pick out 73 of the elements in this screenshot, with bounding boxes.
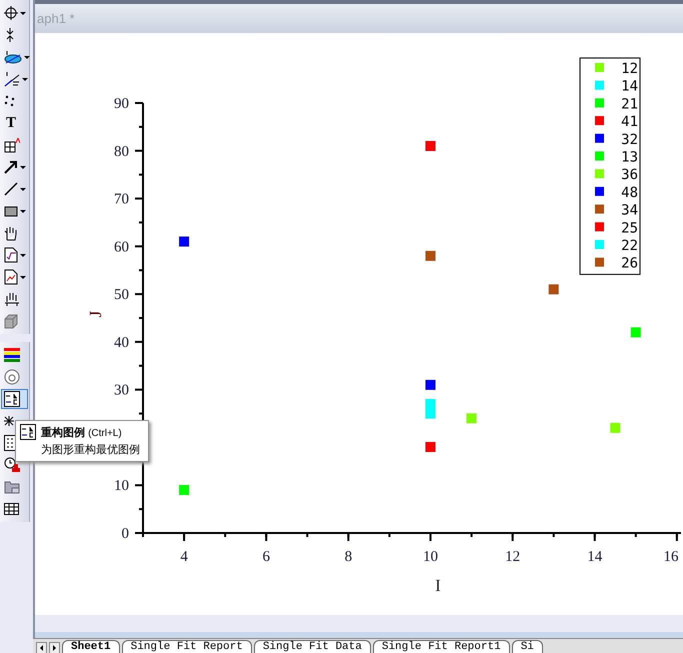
dropdown-caret-icon[interactable] [22,78,28,80]
legend-label: 14 [621,78,638,95]
legend-label: 48 [621,184,638,201]
y-tick-label: 0 [122,526,129,542]
y-axis-label: J [86,310,105,318]
crosshair-icon [4,6,18,20]
dropdown-caret-icon[interactable] [20,166,26,168]
cube-icon [4,314,18,328]
arrows-icon [4,27,16,43]
legend-label: 12 [621,61,638,77]
sheet-tab[interactable]: Single Fit Report [122,640,252,653]
legend-label: 34 [621,202,638,219]
formula-icon [4,247,18,263]
rectangle-icon [4,206,18,216]
tooltip-description: 为图形重构最优图例 [41,443,140,457]
scatter-dots-icon [4,95,16,107]
y-tick-label: 40 [114,334,129,351]
y-tick-label: 80 [114,144,129,160]
scroll-right-button[interactable] [49,642,60,653]
x-tick-label: 6 [262,549,270,565]
toolbar-button[interactable] [1,389,28,409]
sheet-tab[interactable]: Single Fit Report1 [372,640,510,653]
x-tick-label: 16 [664,549,678,565]
legend-label: 41 [621,114,638,130]
legend-label: 22 [621,238,638,254]
asterisk-icon [4,416,14,426]
y-tick-label: 50 [114,287,129,304]
x-axis-label: I [435,576,441,595]
legend-icon [20,424,36,440]
dropdown-caret-icon[interactable] [20,188,26,190]
dropdown-caret-icon[interactable] [20,276,26,278]
text-tool-icon: T [4,114,18,132]
y-tick-label: 70 [114,192,129,208]
y-tick-label: 10 [114,478,129,494]
graph-icon [4,269,18,285]
x-tick-label: 8 [344,549,352,565]
x-tick-label: 10 [422,549,438,565]
legend-label: 32 [621,132,638,148]
x-tick-label: 4 [180,549,188,565]
fit-line-icon [4,71,20,87]
legend-label: 26 [621,256,638,272]
legend-icon [4,391,20,407]
y-tick-label: 60 [114,239,129,256]
sheet-tab[interactable]: Single Fit Data [254,640,371,653]
legend-label: 36 [621,167,638,184]
grid-icon [4,138,20,152]
legend-label: 25 [621,220,638,236]
dropdown-caret-icon[interactable] [20,210,26,212]
hand-icon [4,226,18,240]
y-tick-label: 90 [114,96,129,112]
sheet-tab[interactable]: Si [512,640,543,653]
toolbar-button[interactable] [1,3,28,23]
legend-label: 21 [621,96,638,112]
x-tick-label: 12 [505,549,520,565]
tooltip-title: 重构图例 (Ctrl+L) [41,426,123,440]
legend-label: 13 [621,150,638,166]
y-tick-label: 30 [114,382,129,399]
window-title: aph1 * [37,11,75,26]
x-tick-label: 14 [587,549,602,565]
folder-icon [4,480,20,494]
ellipse-icon [4,50,22,64]
scroll-left-button[interactable] [36,642,47,653]
circle-icon [4,369,20,385]
hand-grid-icon [4,291,20,307]
dropdown-caret-icon[interactable] [20,12,26,14]
table-icon [4,503,19,515]
sheet-tab[interactable]: Sheet1 [62,640,120,653]
dropdown-caret-icon[interactable] [20,254,26,256]
line-icon [4,182,18,196]
color-bars-icon [4,348,20,362]
arrow-icon [4,160,18,174]
toolbar-button[interactable]: T [1,113,28,133]
dropdown-caret-icon[interactable] [24,56,30,58]
